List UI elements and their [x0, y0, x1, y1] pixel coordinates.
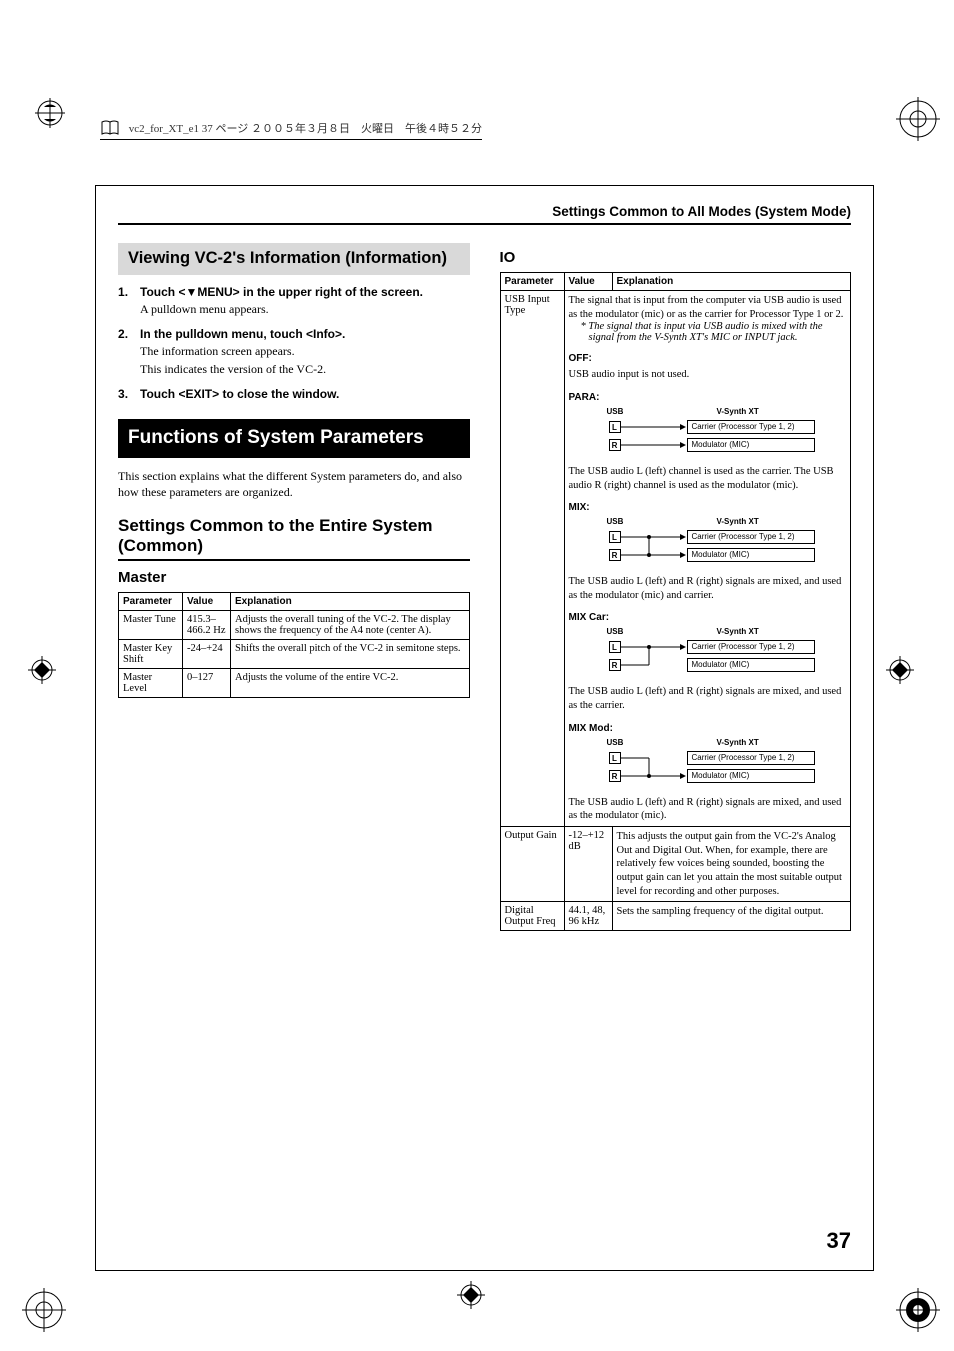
- table-row: Master Level 0–127 Adjusts the volume of…: [119, 668, 470, 697]
- io-heading: IO: [500, 249, 852, 266]
- crop-mark-bottom-left: [20, 1286, 60, 1326]
- io-row-digital-out: Digital Output Freq 44.1, 48, 96 kHz Set…: [501, 902, 851, 930]
- crop-mark-top-right: [894, 95, 934, 135]
- diagram-mixmod: USB V-Synth XT L R Carrier (Processor Ty…: [569, 738, 847, 792]
- functions-intro: This section explains what the different…: [118, 468, 470, 500]
- diagram-arrows-icon: [569, 627, 869, 681]
- cell-param: Master Tune: [119, 610, 183, 639]
- cell-value: -12–+12 dB: [565, 827, 613, 901]
- step-3: Touch <EXIT> to close the window.: [118, 387, 470, 401]
- page-title: Settings Common to All Modes (System Mod…: [118, 204, 851, 225]
- book-icon: [100, 120, 120, 139]
- th-explanation: Explanation: [231, 592, 470, 610]
- cell-param: USB Input Type: [501, 291, 565, 826]
- print-header-text: vc2_for_XT_e1 37 ページ ２００５年３月８日 火曜日 午後４時５…: [129, 123, 482, 135]
- cell-expl: Shifts the overall pitch of the VC-2 in …: [231, 639, 470, 668]
- diagram-arrows-icon: [569, 738, 869, 792]
- cell-param: Master Key Shift: [119, 639, 183, 668]
- diagram-mixcar: USB V-Synth XT L R Carrier (Processor Ty…: [569, 627, 847, 681]
- step-title: Touch <▼MENU> in the upper right of the …: [140, 285, 470, 299]
- print-header: vc2_for_XT_e1 37 ページ ２００５年３月８日 火曜日 午後４時５…: [100, 120, 482, 140]
- mode-caption: USB audio input is not used.: [569, 368, 847, 382]
- steps-list: Touch <▼MENU> in the upper right of the …: [118, 285, 470, 401]
- th-value: Value: [565, 273, 613, 290]
- cell-usb-content: The signal that is input from the comput…: [565, 291, 851, 826]
- io-row-usb: USB Input Type The signal that is input …: [501, 291, 851, 827]
- diagram-mix: USB V-Synth XT L R Carrier (Processor Ty…: [569, 517, 847, 571]
- step-body: The information screen appears.: [140, 344, 470, 359]
- th-value: Value: [183, 592, 231, 610]
- io-row-output-gain: Output Gain -12–+12 dB This adjusts the …: [501, 827, 851, 902]
- table-row: Master Key Shift -24–+24 Shifts the over…: [119, 639, 470, 668]
- right-column: IO Parameter Value Explanation USB Input…: [500, 243, 852, 931]
- common-heading: Settings Common to the Entire System (Co…: [118, 516, 470, 561]
- left-column: Viewing VC-2's Information (Information)…: [118, 243, 470, 931]
- mode-label-mixmod: MIX Mod:: [569, 723, 847, 734]
- cell-value: 415.3–466.2 Hz: [183, 610, 231, 639]
- cell-value: 0–127: [183, 668, 231, 697]
- cell-expl: Sets the sampling frequency of the digit…: [613, 902, 851, 930]
- info-heading: Viewing VC-2's Information (Information): [118, 243, 470, 275]
- page-number: 37: [827, 1228, 851, 1254]
- crop-mark-bottom-right: [894, 1286, 934, 1326]
- diagram-para: USB V-Synth XT L R Carrier (Processor Ty…: [569, 407, 847, 461]
- cell-expl: Adjusts the volume of the entire VC-2.: [231, 668, 470, 697]
- cell-param: Output Gain: [501, 827, 565, 901]
- master-table: Parameter Value Explanation Master Tune …: [118, 592, 470, 698]
- step-body: This indicates the version of the VC-2.: [140, 362, 470, 377]
- page-frame: Settings Common to All Modes (System Mod…: [95, 185, 874, 1271]
- master-heading: Master: [118, 569, 470, 586]
- step-title: In the pulldown menu, touch <Info>.: [140, 327, 470, 341]
- io-table: Parameter Value Explanation USB Input Ty…: [500, 272, 852, 931]
- mode-caption: The USB audio L (left) channel is used a…: [569, 465, 847, 492]
- cell-param: Digital Output Freq: [501, 902, 565, 930]
- mode-label-mix: MIX:: [569, 502, 847, 513]
- cell-value: 44.1, 48, 96 kHz: [565, 902, 613, 930]
- usb-note: * The signal that is input via USB audio…: [581, 321, 847, 343]
- mode-label-off: OFF:: [569, 353, 847, 364]
- mode-label-para: PARA:: [569, 392, 847, 403]
- crop-mark-mid-left: [28, 656, 68, 696]
- th-explanation: Explanation: [613, 273, 851, 290]
- mode-label-mixcar: MIX Car:: [569, 612, 847, 623]
- cell-value: -24–+24: [183, 639, 231, 668]
- mode-caption: The USB audio L (left) and R (right) sig…: [569, 796, 847, 823]
- step-2: In the pulldown menu, touch <Info>. The …: [118, 327, 470, 377]
- table-row: Master Tune 415.3–466.2 Hz Adjusts the o…: [119, 610, 470, 639]
- crop-mark-mid-right: [886, 656, 926, 696]
- mode-caption: The USB audio L (left) and R (right) sig…: [569, 575, 847, 602]
- mode-caption: The USB audio L (left) and R (right) sig…: [569, 685, 847, 712]
- cell-expl: This adjusts the output gain from the VC…: [613, 827, 851, 901]
- crop-mark-top-left: [20, 98, 60, 138]
- cell-expl: Adjusts the overall tuning of the VC-2. …: [231, 610, 470, 639]
- step-1: Touch <▼MENU> in the upper right of the …: [118, 285, 470, 317]
- crop-mark-mid-bottom: [457, 1281, 497, 1321]
- functions-heading: Functions of System Parameters: [118, 419, 470, 458]
- diagram-arrows-icon: [569, 517, 869, 571]
- diagram-arrows-icon: [569, 407, 869, 461]
- cell-param: Master Level: [119, 668, 183, 697]
- usb-desc: The signal that is input from the comput…: [569, 294, 847, 321]
- io-header-row: Parameter Value Explanation: [501, 273, 851, 291]
- step-body: A pulldown menu appears.: [140, 302, 470, 317]
- th-parameter: Parameter: [119, 592, 183, 610]
- step-title: Touch <EXIT> to close the window.: [140, 387, 470, 401]
- th-parameter: Parameter: [501, 273, 565, 290]
